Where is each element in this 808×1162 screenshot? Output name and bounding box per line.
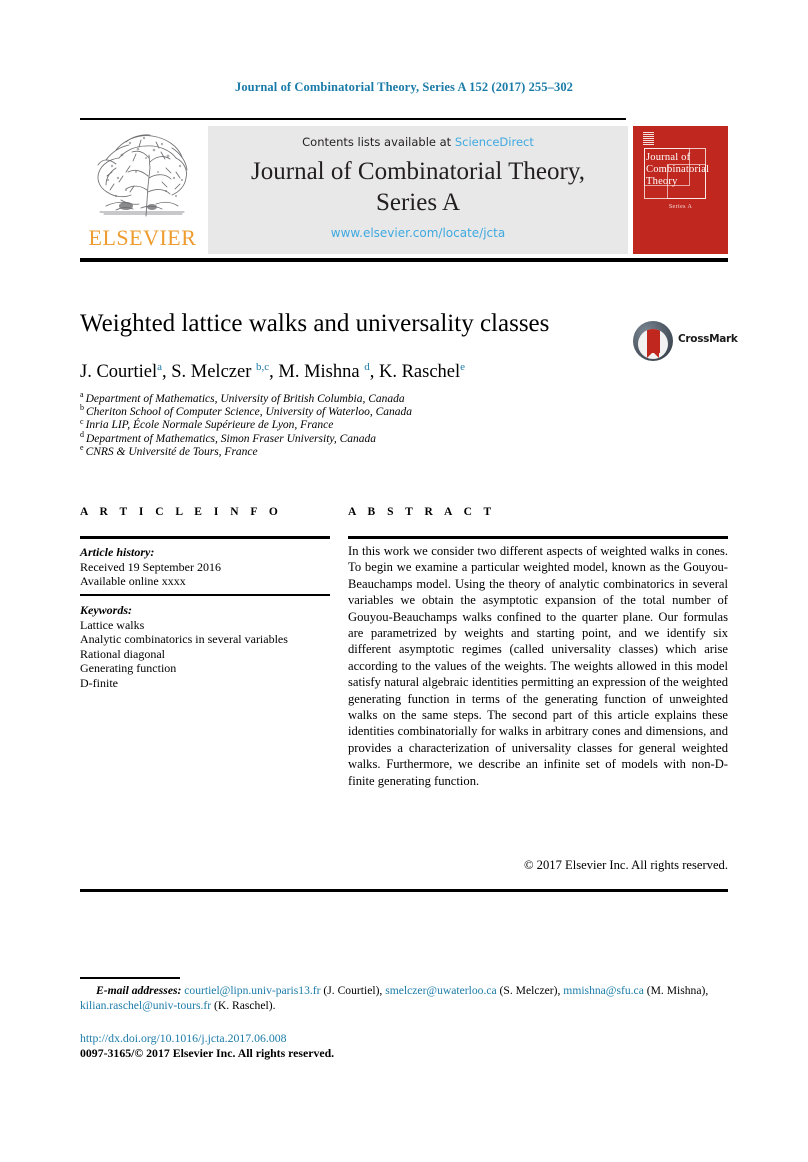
affiliation-item: b Cheriton School of Computer Science, Un… — [80, 403, 680, 419]
affiliation-item: a Department of Mathematics, University o… — [80, 390, 680, 406]
article-history-line: Available online xxxx — [80, 574, 186, 588]
content-bottom-rule — [80, 889, 728, 892]
affiliation-text: Cheriton School of Computer Science, Uni… — [86, 406, 413, 419]
page-title: Weighted lattice walks and universality … — [80, 310, 550, 337]
running-head: Journal of Combinatorial Theory, Series … — [234, 80, 574, 94]
email-person: (J. Courtiel), — [320, 984, 386, 997]
affiliation-item: e CNRS & Université de Tours, France — [80, 442, 680, 459]
affiliation-item: d Department of Mathematics, Simon Fraser… — [80, 429, 680, 446]
footnote-rule — [80, 977, 180, 979]
affiliation-marker: d — [80, 429, 84, 439]
abstract-text: In this work we consider two different a… — [348, 544, 728, 788]
elsevier-logo: ELSEVIER — [80, 126, 205, 254]
article-history: Article history: Received 19 September 2… — [80, 545, 330, 589]
affiliation-text: Department of Mathematics, Simon Fraser … — [86, 432, 377, 445]
affiliation-text: CNRS & Université de Tours, France — [85, 445, 258, 458]
article-info-column: A R T I C L E I N F O — [80, 506, 330, 518]
keywords-items: Lattice walks Analytic combinatorics in s… — [80, 618, 310, 691]
article-history-lines: Received 19 September 2016 Available onli… — [80, 560, 330, 589]
cover-title-text: Journal of Combinatorial Theory — [646, 152, 710, 187]
journal-title-line1: Journal of Combinatorial Theory, — [251, 158, 585, 185]
email-person: (K. Raschel). — [211, 998, 276, 1012]
email-link[interactable]: kilian.raschel@univ-tours.fr — [80, 999, 211, 1012]
journal-masthead: ELSEVIER Contents lists available at Sci… — [80, 126, 728, 254]
affiliation-marker: c — [80, 416, 84, 426]
elsevier-wordmark: ELSEVIER — [88, 225, 197, 250]
affiliation-marker: b — [80, 403, 84, 413]
journal-title: Journal of Combinatorial Theory, Series … — [208, 156, 628, 218]
keyword-item: D-finite — [80, 675, 118, 690]
abstract-copyright: © 2017 Elsevier Inc. All rights reserved… — [523, 858, 728, 872]
email-person: (S. Melczer), — [496, 984, 564, 997]
keyword-item: Generating function — [80, 661, 177, 675]
email-addresses-label: E-mail addresses: — [96, 984, 185, 997]
keywords-block: Keywords: Lattice walks Analytic combinat… — [80, 603, 310, 690]
cover-emblem-icon — [643, 132, 654, 145]
masthead-top-rule — [80, 118, 626, 120]
crossmark-circle-icon — [633, 321, 673, 361]
doi-link[interactable]: http://dx.doi.org/10.1016/j.jcta.2017.06… — [80, 1031, 287, 1046]
keywords-label: Keywords: — [80, 603, 132, 617]
abstract-heading: A B S T R A C T — [348, 506, 496, 518]
crossmark-ribbon-icon — [647, 329, 660, 358]
abstract-column: A B S T R A C T — [348, 506, 728, 518]
crossmark-label: CrossMark — [678, 333, 738, 345]
author-list: J. Courtiela, S. Melczer b,c, M. Mishna … — [80, 360, 466, 382]
keyword-item: Analytic combinatorics in several variab… — [80, 632, 288, 646]
affiliation-text: Inria LIP, École Normale Supérieure de L… — [85, 419, 334, 432]
crossmark-badge[interactable]: CrossMark — [633, 318, 738, 364]
masthead-bottom-rule — [80, 258, 728, 262]
journal-banner: Contents lists available at ScienceDirec… — [208, 126, 628, 254]
email-link[interactable]: courtiel@lipn.univ-paris13.fr — [184, 984, 320, 997]
contents-lists-prefix: Contents lists available at — [302, 135, 455, 149]
article-history-line: Received 19 September 2016 — [80, 559, 221, 574]
journal-cover-thumbnail[interactable]: Journal of Combinatorial Theory Series A — [633, 126, 728, 254]
article-info-heading: A R T I C L E I N F O — [80, 506, 283, 518]
affiliation-text: Department of Mathematics, University of… — [85, 393, 405, 405]
keyword-item: Rational diagonal — [80, 646, 165, 661]
journal-title-line2: Series A — [375, 189, 461, 216]
abstract-rule — [348, 536, 728, 539]
email-person: (M. Mishna), — [643, 984, 709, 997]
sciencedirect-link[interactable]: ScienceDirect — [455, 135, 534, 149]
issn-copyright-line: 0097-3165/© 2017 Elsevier Inc. All right… — [80, 1046, 335, 1060]
affiliation-marker: a — [80, 390, 84, 400]
elsevier-tree-icon — [97, 134, 188, 217]
affiliation-marker: e — [80, 442, 84, 452]
article-history-label: Article history: — [80, 545, 155, 559]
journal-article-first-page: Journal of Combinatorial Theory, Series … — [0, 0, 808, 1162]
article-info-rule — [80, 536, 330, 539]
cover-subtitle-text: Series A — [668, 204, 693, 210]
affiliation-item: c Inria LIP, École Normale Supérieure de … — [80, 416, 680, 432]
crossmark-inner-disc — [638, 329, 668, 359]
email-link[interactable]: smelczer@uwaterloo.ca — [385, 984, 496, 997]
contents-lists-line: Contents lists available at ScienceDirec… — [208, 135, 628, 149]
email-addresses-footnote: E-mail addresses: courtiel@lipn.univ-par… — [80, 984, 728, 1013]
journal-homepage-link[interactable]: www.elsevier.com/locate/jcta — [208, 226, 628, 240]
keywords-rule — [80, 594, 330, 596]
keyword-item: Lattice walks — [80, 617, 145, 632]
email-link[interactable]: mmishna@sfu.ca — [563, 984, 644, 997]
affiliation-list: a Department of Mathematics, University o… — [80, 390, 680, 459]
